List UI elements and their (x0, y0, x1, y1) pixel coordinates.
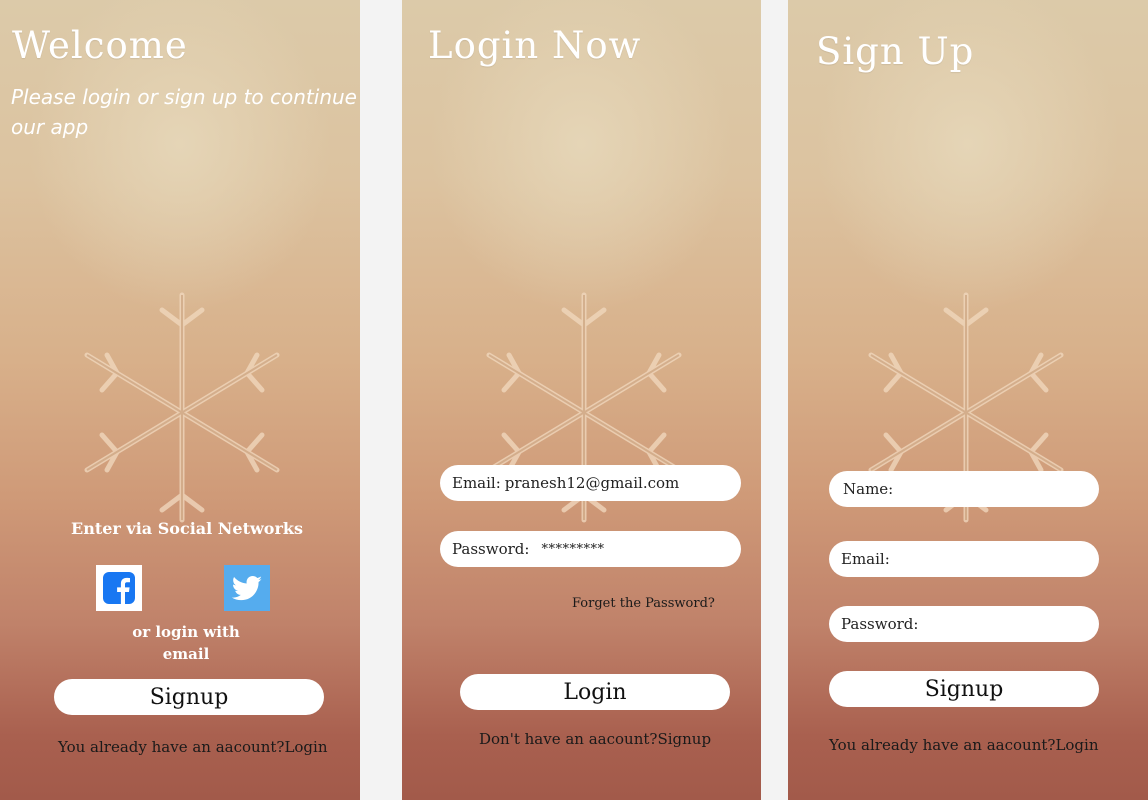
email-field-label: Email: (841, 550, 890, 568)
twitter-icon (231, 576, 262, 601)
facebook-icon (103, 572, 135, 604)
login-button[interactable]: Login (460, 674, 730, 710)
password-field[interactable]: Password: ********* (440, 531, 741, 567)
welcome-title: Welcome (12, 24, 188, 67)
welcome-footer-text: You already have an aacount? (58, 738, 285, 756)
signup-footer-text: You already have an aacount? (829, 736, 1056, 754)
name-field-label: Name: (843, 480, 894, 498)
forget-password-link[interactable]: Forget the Password? (572, 596, 715, 611)
welcome-login-link[interactable]: Login (284, 738, 327, 756)
facebook-login-button[interactable] (96, 565, 142, 611)
email-field[interactable]: Email: pranesh12@gmail.com (440, 465, 741, 501)
signup-button[interactable]: Signup (829, 671, 1099, 707)
login-footer: Don't have an aacount?Signup (479, 730, 711, 748)
login-title: Login Now (428, 24, 642, 67)
password-field-label: Password: (452, 540, 530, 558)
password-field[interactable]: Password: (829, 606, 1099, 642)
signup-footer: You already have an aacount?Login (829, 736, 1099, 754)
email-field-label: Email: (452, 474, 501, 492)
welcome-footer: You already have an aacount?Login (58, 738, 328, 756)
welcome-subtitle: Please login or sign up to continue our … (11, 85, 357, 139)
welcome-signup-button[interactable]: Signup (54, 679, 324, 715)
welcome-screen: Welcome Please login or sign up to conti… (0, 0, 360, 800)
login-signup-link[interactable]: Signup (657, 730, 711, 748)
password-field-value: ********* (541, 541, 605, 557)
login-screen: Login Now Email: pranesh12@gmail.com Pas… (402, 0, 761, 800)
social-networks-heading: Enter via Social Networks (71, 519, 303, 538)
or-login-with-email: or login with email (132, 623, 240, 663)
signup-title: Sign Up (816, 30, 975, 73)
signup-screen: Sign Up Name: Email: Password: Signup Yo… (788, 0, 1148, 800)
snowflake-illustration (84, 292, 280, 523)
name-field[interactable]: Name: (829, 471, 1099, 507)
email-field[interactable]: Email: (829, 541, 1099, 577)
twitter-login-button[interactable] (224, 565, 270, 611)
email-field-value: pranesh12@gmail.com (504, 474, 680, 492)
login-footer-text: Don't have an aacount? (479, 730, 658, 748)
password-field-label: Password: (841, 615, 919, 633)
signup-login-link[interactable]: Login (1055, 736, 1098, 754)
